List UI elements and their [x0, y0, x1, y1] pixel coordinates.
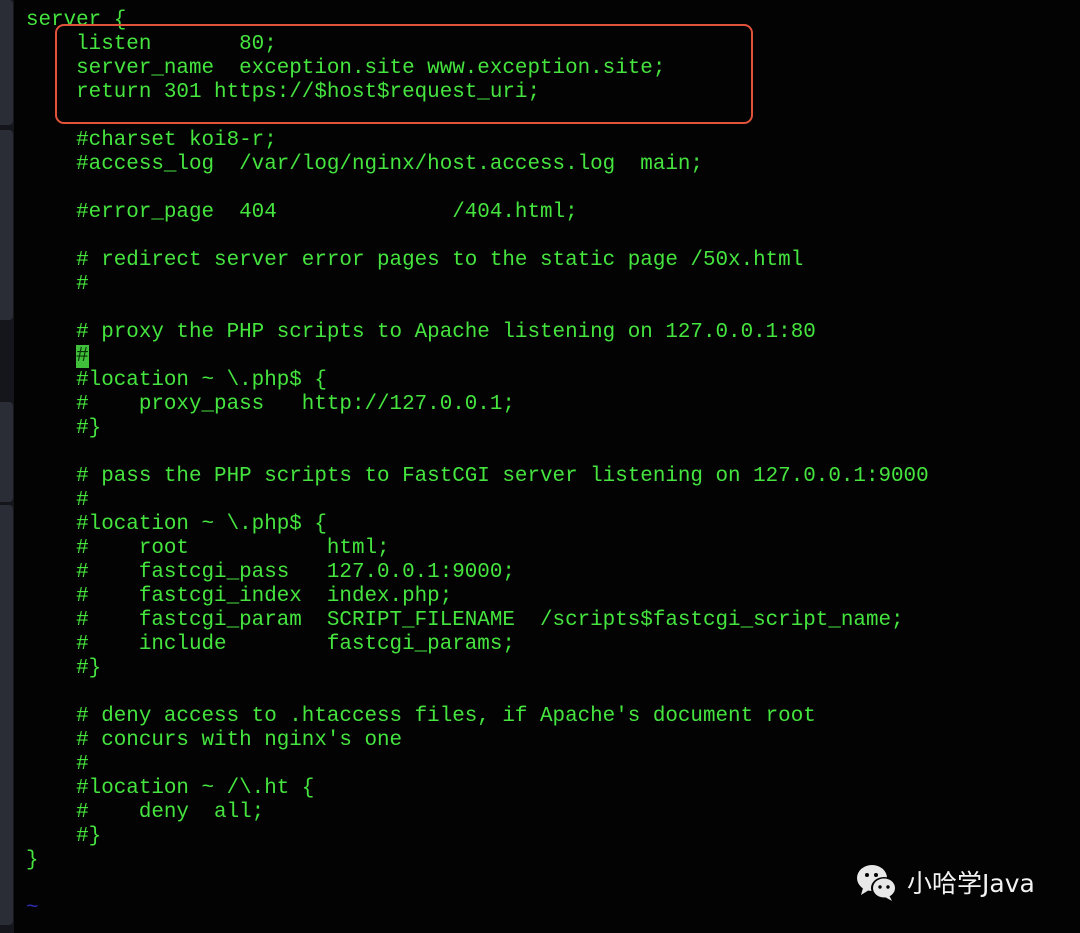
- code-line: #error_page 404 /404.html;: [26, 201, 578, 224]
- side-panel: [0, 130, 13, 320]
- code-line: #: [26, 489, 89, 512]
- code-line: }: [26, 849, 39, 872]
- code-line: #}: [26, 417, 102, 440]
- empty-line-marker: ~: [26, 897, 39, 920]
- code-line: # redirect server error pages to the sta…: [26, 249, 804, 272]
- text-cursor: #: [76, 345, 89, 368]
- highlight-box: [55, 24, 753, 124]
- code-line: #location ~ \.php$ {: [26, 513, 327, 536]
- side-panel: [0, 505, 13, 925]
- code-line: #: [26, 753, 89, 776]
- code-line: # root html;: [26, 537, 390, 560]
- code-line: #location ~ /\.ht {: [26, 777, 315, 800]
- code-line: # fastcgi_index index.php;: [26, 585, 453, 608]
- code-line: # pass the PHP scripts to FastCGI server…: [26, 465, 929, 488]
- code-line: #}: [26, 825, 102, 848]
- terminal-editor[interactable]: server { listen 80; server_name exceptio…: [26, 9, 929, 921]
- watermark: 小哈学Java: [855, 862, 1035, 902]
- code-line: #}: [26, 657, 102, 680]
- code-line: # deny access to .htaccess files, if Apa…: [26, 705, 816, 728]
- watermark-text: 小哈学Java: [907, 869, 1035, 898]
- code-line: # fastcgi_pass 127.0.0.1:9000;: [26, 561, 515, 584]
- code-line: # deny all;: [26, 801, 265, 824]
- code-line: # include fastcgi_params;: [26, 633, 515, 656]
- side-panel: [0, 0, 13, 125]
- code-line: #charset koi8-r;: [26, 129, 277, 152]
- code-line: #access_log /var/log/nginx/host.access.l…: [26, 153, 703, 176]
- code-line: # concurs with nginx's one: [26, 729, 403, 752]
- code-line: # fastcgi_param SCRIPT_FILENAME /scripts…: [26, 609, 904, 632]
- code-line: # proxy the PHP scripts to Apache listen…: [26, 321, 816, 344]
- side-panel: [0, 402, 13, 502]
- code-line: #: [26, 345, 929, 369]
- code-line: #location ~ \.php$ {: [26, 369, 327, 392]
- side-panel-strip: [0, 0, 14, 933]
- wechat-icon: [857, 865, 897, 901]
- code-line: #: [26, 273, 89, 296]
- code-line: # proxy_pass http://127.0.0.1;: [26, 393, 515, 416]
